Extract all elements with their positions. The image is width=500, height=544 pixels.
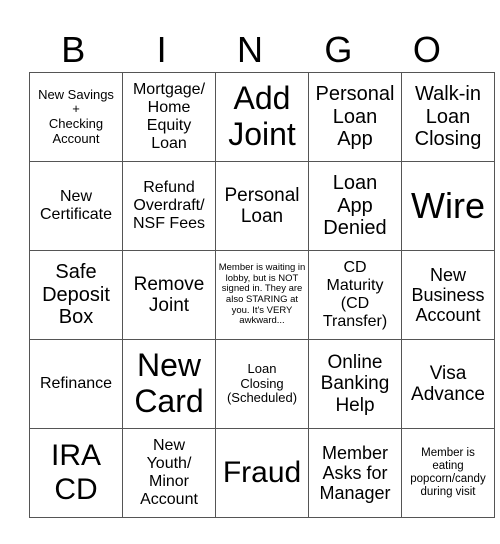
bingo-cell[interactable]: Online Banking Help [308, 339, 402, 429]
bingo-cell[interactable]: New Card [122, 339, 216, 429]
bingo-cell[interactable]: Fraud [215, 428, 309, 518]
header-letter-g: G [324, 29, 353, 70]
bingo-cell[interactable]: New Business Account [401, 250, 495, 340]
bingo-cell[interactable]: Member Asks for Manager [308, 428, 402, 518]
header-letter-o: O [412, 29, 441, 70]
bingo-cell[interactable]: New Youth/ Minor Account [122, 428, 216, 518]
bingo-cell[interactable]: Personal Loan App [308, 72, 402, 162]
bingo-header: B I N G O [29, 28, 471, 72]
grid-row: Refinance New Card Loan Closing (Schedul… [29, 339, 495, 429]
bingo-cell[interactable]: Loan Closing (Scheduled) [215, 339, 309, 429]
bingo-cell[interactable]: New Certificate [29, 161, 123, 251]
grid-row: IRA CD New Youth/ Minor Account Fraud Me… [29, 428, 495, 518]
bingo-cell[interactable]: Refinance [29, 339, 123, 429]
bingo-cell[interactable]: Wire [401, 161, 495, 251]
bingo-cell[interactable]: New Savings + Checking Account [29, 72, 123, 162]
bingo-cell[interactable]: Mortgage/ Home Equity Loan [122, 72, 216, 162]
bingo-cell[interactable]: Safe Deposit Box [29, 250, 123, 340]
header-letter-b: B [61, 29, 86, 70]
bingo-cell[interactable]: Personal Loan [215, 161, 309, 251]
bingo-grid: New Savings + Checking Account Mortgage/… [29, 72, 495, 518]
bingo-cell[interactable]: Member is eating popcorn/candy during vi… [401, 428, 495, 518]
bingo-cell[interactable]: Walk-in Loan Closing [401, 72, 495, 162]
header-letter-n: N [237, 29, 264, 70]
bingo-cell[interactable]: Visa Advance [401, 339, 495, 429]
grid-row: New Certificate Refund Overdraft/ NSF Fe… [29, 161, 495, 251]
bingo-cell[interactable]: Refund Overdraft/ NSF Fees [122, 161, 216, 251]
bingo-cell[interactable]: Remove Joint [122, 250, 216, 340]
bingo-cell[interactable]: Loan App Denied [308, 161, 402, 251]
grid-row: Safe Deposit Box Remove Joint Member is … [29, 250, 495, 340]
bingo-cell-free-text[interactable]: Member is waiting in lobby, but is NOT s… [215, 250, 309, 340]
header-letter-i: I [156, 29, 167, 70]
bingo-cell[interactable]: Add Joint [215, 72, 309, 162]
bingo-cell[interactable]: CD Maturity (CD Transfer) [308, 250, 402, 340]
bingo-cell[interactable]: IRA CD [29, 428, 123, 518]
grid-row: New Savings + Checking Account Mortgage/… [29, 72, 495, 162]
